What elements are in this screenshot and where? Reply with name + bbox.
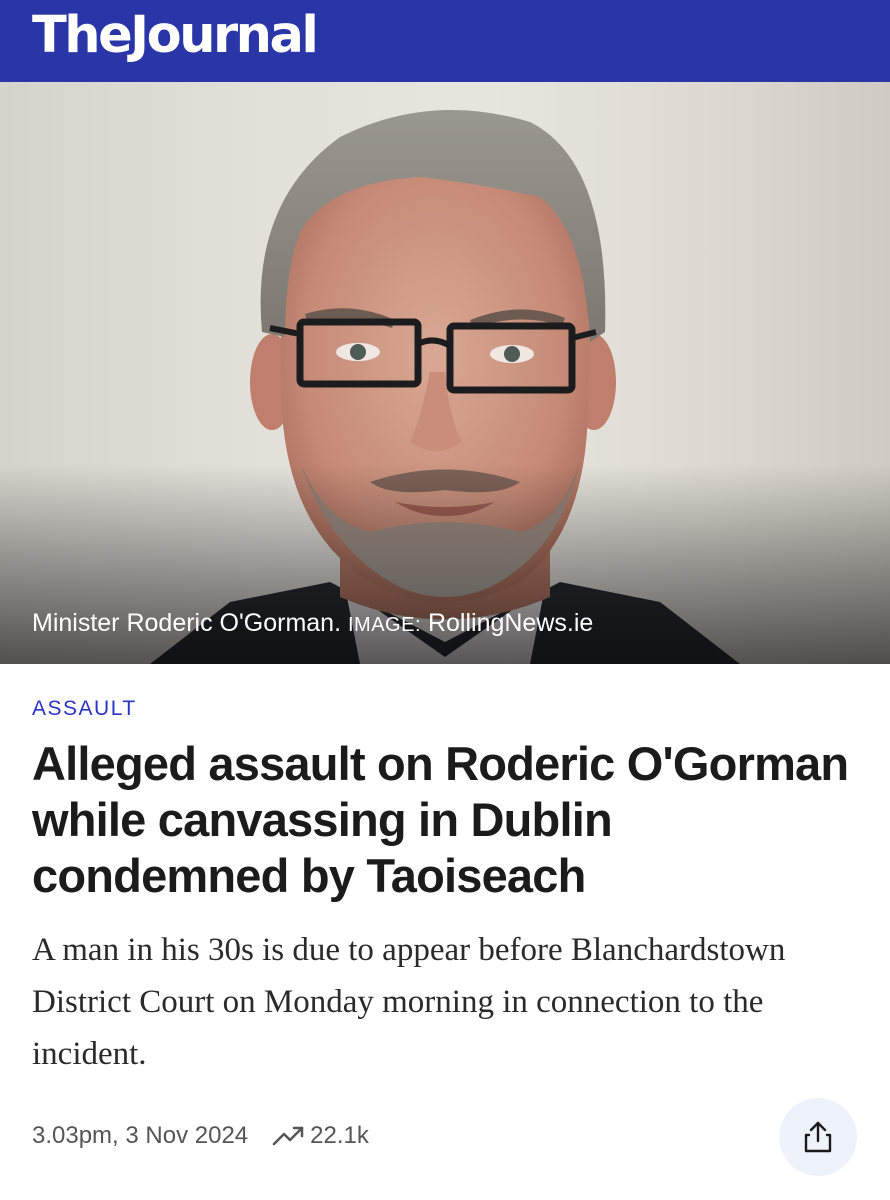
article-headline[interactable]: Alleged assault on Roderic O'Gorman whil…: [32, 736, 862, 904]
share-icon: [804, 1121, 832, 1153]
article-meta: 3.03pm, 3 Nov 2024 22.1k: [32, 1118, 369, 1154]
masthead: TheJournal: [0, 0, 890, 82]
trending-up-icon: [272, 1126, 304, 1146]
view-count-value: 22.1k: [310, 1122, 369, 1149]
article-standfirst: A man in his 30s is due to appear before…: [32, 932, 786, 1072]
caption-text: Minister Roderic O'Gorman.: [32, 609, 342, 637]
image-caption: Minister Roderic O'Gorman. IMAGE: Rollin…: [32, 608, 593, 640]
share-button[interactable]: [779, 1098, 857, 1176]
section-tag[interactable]: ASSAULT: [32, 697, 137, 721]
publish-timestamp: 3.03pm, 3 Nov 2024: [32, 1122, 249, 1149]
site-logo[interactable]: TheJournal: [32, 6, 319, 66]
view-count: 22.1k: [272, 1122, 369, 1150]
credit-label: IMAGE:: [347, 614, 421, 636]
image-credit: RollingNews.ie: [427, 609, 594, 637]
hero-image: Minister Roderic O'Gorman. IMAGE: Rollin…: [0, 82, 890, 664]
